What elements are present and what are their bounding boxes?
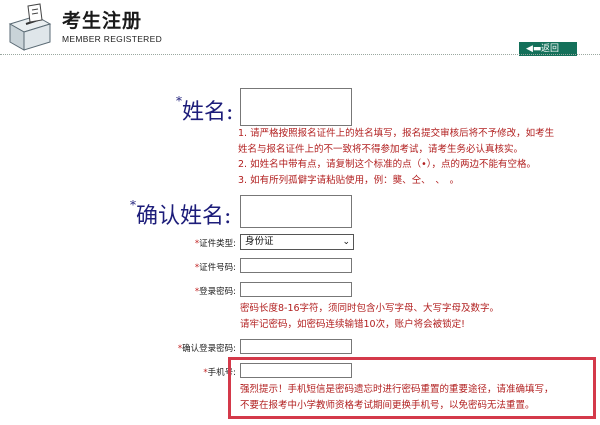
name-note-1: 1. 请严格按照报名证件上的姓名填写，报名提交审核后将不予修改，如考生 xyxy=(238,128,555,139)
password-note-2: 请牢记密码，如密码连续输错10次，账户将会被锁定! xyxy=(240,319,465,330)
id-type-label: *证件类型: xyxy=(194,239,236,249)
name-label: *姓名: xyxy=(176,94,234,125)
password-input[interactable] xyxy=(240,282,352,297)
id-number-label: *证件号码: xyxy=(194,263,236,273)
page-title: 考生注册 xyxy=(62,10,143,32)
id-type-select[interactable]: 身份证 ⌄ xyxy=(240,234,354,250)
phone-label: *手机号: xyxy=(203,368,236,378)
name-note-2: 姓名与报名证件上的不一致将不得参加考试，请考生务必认真核实。 xyxy=(238,143,524,155)
phone-warning-highlight xyxy=(228,357,596,419)
page-header: 考生注册 MEMBER REGISTERED ◀▬ 返回 xyxy=(0,0,600,56)
confirm-name-input[interactable] xyxy=(240,195,352,228)
back-button-label: 返回 xyxy=(541,44,560,54)
confirm-password-input[interactable] xyxy=(240,339,352,354)
id-number-input[interactable] xyxy=(240,258,352,273)
page-subtitle: MEMBER REGISTERED xyxy=(62,34,163,44)
chevron-down-icon: ⌄ xyxy=(342,237,350,247)
name-note-4: 3. 如有所列孤僻字请粘贴使用，例：龑、仝、 、 。 xyxy=(238,174,460,186)
header-divider xyxy=(0,54,600,55)
confirm-name-label: *确认姓名: xyxy=(130,198,232,229)
password-label: *登录密码: xyxy=(194,287,236,297)
id-type-value: 身份证 xyxy=(245,236,274,247)
ballot-box-icon xyxy=(8,3,52,51)
confirm-password-label: *确认登录密码: xyxy=(177,344,236,354)
name-note-3: 2. 如姓名中带有点，请复制这个标准的点（•），点的两边不能有空格。 xyxy=(238,159,536,170)
password-note-1: 密码长度8-16字符，须同时包含小写字母、大写字母及数字。 xyxy=(240,303,500,314)
name-input[interactable] xyxy=(240,88,352,126)
